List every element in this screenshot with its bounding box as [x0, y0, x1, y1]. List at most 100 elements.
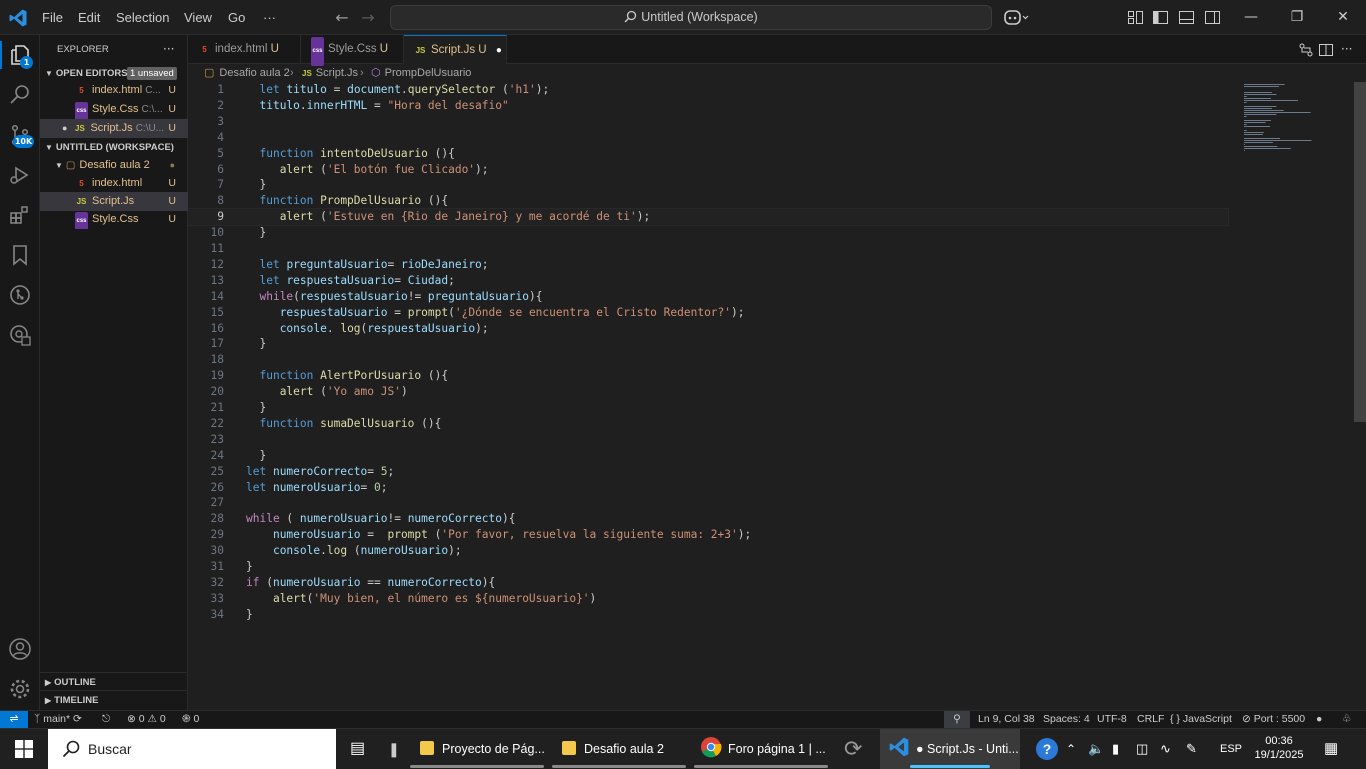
editor-more-actions-icon[interactable]: ··· [1341, 35, 1352, 64]
tab-script-js[interactable]: JS Script.Js U ● [404, 35, 507, 64]
taskbar-app-vscode[interactable]: ● Script.Js - Unti... [880, 729, 1020, 769]
close-button[interactable]: ✕ [1320, 0, 1366, 35]
split-editor-icon[interactable] [1318, 42, 1334, 58]
zoom-icon[interactable]: ⚲ [944, 711, 970, 728]
git-graph-icon[interactable] [8, 283, 32, 307]
indentation[interactable]: Spaces: 4 [1043, 711, 1090, 728]
open-changes-icon[interactable] [1298, 42, 1314, 58]
code-line[interactable]: 33 alert('Muy bien, el número es ${numer… [188, 591, 1228, 607]
code-line[interactable]: 34} [188, 607, 1228, 623]
editor-scrollbar[interactable] [1354, 82, 1366, 710]
minimize-button[interactable]: — [1228, 0, 1274, 35]
code-line[interactable]: 32 if (numeroUsuario == numeroCorrecto){ [188, 575, 1228, 591]
taskbar-app-explorer-proyecto[interactable]: Proyecto de Pág... [410, 729, 545, 769]
code-line[interactable]: 18 [188, 352, 1228, 368]
code-line[interactable]: 27 [188, 495, 1228, 511]
menu-file[interactable]: File [35, 0, 70, 35]
code-line[interactable]: 25 let numeroCorrecto= 5; [188, 464, 1228, 480]
code-line[interactable]: 29 numeroUsuario = prompt ('Por favor, r… [188, 527, 1228, 543]
toggle-primary-sidebar-icon[interactable] [1152, 9, 1169, 26]
unsaved-dot-icon[interactable]: ● [62, 123, 67, 133]
pen-icon[interactable]: ✎ [1186, 729, 1197, 769]
battery-icon[interactable]: ▮ [1112, 729, 1119, 769]
breadcrumb-file[interactable]: JS Script.Js [302, 64, 358, 83]
task-view-icon[interactable]: ▤ [350, 729, 365, 769]
file-index-html[interactable]: 5 index.html U [40, 174, 188, 193]
restore-button[interactable]: ❐ [1274, 0, 1320, 35]
extensions-icon[interactable] [8, 203, 32, 227]
language-mode[interactable]: { } JavaScript [1170, 711, 1232, 728]
command-center-search[interactable]: Untitled (Workspace) [390, 5, 992, 30]
open-editor-style-css[interactable]: css Style.Css C:\... U [40, 100, 188, 119]
branch-indicator[interactable]: ᛉ main* ⟳ [34, 711, 82, 728]
code-line[interactable]: 20 alert ('Yo amo JS') [188, 384, 1228, 400]
display-icon[interactable]: ◫ [1136, 729, 1148, 769]
notification-center-icon[interactable]: ▦ [1324, 729, 1338, 769]
breadcrumb-symbol[interactable]: ⬡ PrompDelUsuario [371, 64, 471, 82]
timeline-header[interactable]: ▶ TIMELINE [40, 691, 188, 710]
code-line[interactable]: 6 alert ('El botón fue Clicado'); [188, 162, 1228, 178]
run-debug-icon[interactable] [8, 163, 32, 187]
file-style-css[interactable]: css Style.Css U [40, 210, 188, 229]
toggle-secondary-sidebar-icon[interactable] [1204, 9, 1221, 26]
code-line[interactable]: 12 let preguntaUsuario= rioDeJaneiro; [188, 257, 1228, 273]
code-line[interactable]: 1 let titulo = document.querySelector ('… [188, 82, 1228, 98]
code-line[interactable]: 26 let numeroUsuario= 0; [188, 480, 1228, 496]
widgets-icon[interactable]: ❚ [388, 729, 400, 769]
minimap[interactable] [1240, 82, 1340, 162]
code-line[interactable]: 31} [188, 559, 1228, 575]
customize-layout-icon[interactable] [1127, 9, 1144, 26]
code-line[interactable]: 30 console.log (numeroUsuario); [188, 543, 1228, 559]
help-icon[interactable]: ? [1036, 738, 1058, 760]
code-line[interactable]: 15 respuestaUsuario = prompt('¿Dónde se … [188, 305, 1228, 321]
tab-index-html[interactable]: 5 index.html U [188, 35, 301, 64]
windows-start-icon[interactable] [15, 740, 33, 758]
speaker-icon[interactable]: 🔈 [1088, 729, 1104, 769]
end-of-line[interactable]: CRLF [1137, 711, 1164, 728]
code-line[interactable]: 4 [188, 130, 1228, 146]
settings-gear-icon[interactable] [8, 677, 32, 701]
chevron-up-icon[interactable]: ⌃ [1066, 729, 1076, 769]
input-language[interactable]: ESP [1220, 729, 1242, 769]
menu-selection[interactable]: Selection [109, 0, 176, 35]
folder-desafio-aula-2[interactable]: ▼ ▢ Desafio aula 2 ● [40, 156, 188, 175]
menu-view[interactable]: View [177, 0, 219, 35]
code-editor[interactable]: 1 let titulo = document.querySelector ('… [188, 82, 1354, 710]
menu-more[interactable]: ··· [256, 0, 283, 35]
open-editor-index-html[interactable]: 5 index.html C... U [40, 81, 188, 100]
toggle-panel-icon[interactable] [1178, 9, 1195, 26]
problems-indicator[interactable]: ⊗ 0 ⚠ 0 [127, 711, 166, 728]
taskbar-search[interactable]: Buscar [48, 729, 336, 769]
code-line[interactable]: 5 function intentoDeUsuario (){ [188, 146, 1228, 162]
file-script-js[interactable]: JS Script.Js U [40, 192, 188, 211]
tab-style-css[interactable]: css Style.Css U [301, 35, 404, 66]
search-icon[interactable] [8, 83, 32, 107]
taskbar-app-chrome[interactable]: Foro página 1 | ... [694, 729, 828, 769]
code-line[interactable]: 22 function sumaDelUsuario (){ [188, 416, 1228, 432]
more-actions-icon[interactable]: ··· [163, 40, 174, 59]
copilot-icon[interactable] [1004, 9, 1030, 26]
scrollbar-thumb[interactable] [1354, 82, 1366, 422]
bookmark-icon[interactable] [8, 243, 32, 267]
ports-indicator[interactable]: ֎ 0 [182, 711, 199, 728]
code-line[interactable]: 23 [188, 432, 1228, 448]
code-line[interactable]: 19 function AlertPorUsuario (){ [188, 368, 1228, 384]
remote-explorer-icon[interactable] [8, 323, 32, 347]
menu-edit[interactable]: Edit [71, 0, 107, 35]
code-line[interactable]: 9 alert ('Estuve en {Rio de Janeiro} y m… [188, 208, 1229, 227]
forward-arrow-icon[interactable]: → [358, 8, 378, 28]
code-line[interactable]: 7 } [188, 177, 1228, 193]
unsaved-dot-icon[interactable]: ● [496, 45, 502, 56]
live-server-port[interactable]: ⊘ Port : 5500 [1242, 711, 1305, 728]
code-line[interactable]: 28 while ( numeroUsuario!= numeroCorrecto… [188, 511, 1228, 527]
copilot-status-icon[interactable]: ● [1316, 711, 1322, 728]
git-graph-status-icon[interactable]: ⎋ [102, 711, 110, 728]
accounts-icon[interactable] [8, 637, 32, 661]
open-editor-script-js[interactable]: ● JS Script.Js C:\U... U [40, 119, 188, 138]
code-line[interactable]: 2 titulo.innerHTML = "Hora del desafio" [188, 98, 1228, 114]
menu-go[interactable]: Go [221, 0, 252, 35]
encoding[interactable]: UTF-8 [1097, 711, 1127, 728]
code-line[interactable]: 24 } [188, 448, 1228, 464]
code-line[interactable]: 17 } [188, 336, 1228, 352]
taskbar-app-explorer-desafio[interactable]: Desafio aula 2 [552, 729, 686, 769]
